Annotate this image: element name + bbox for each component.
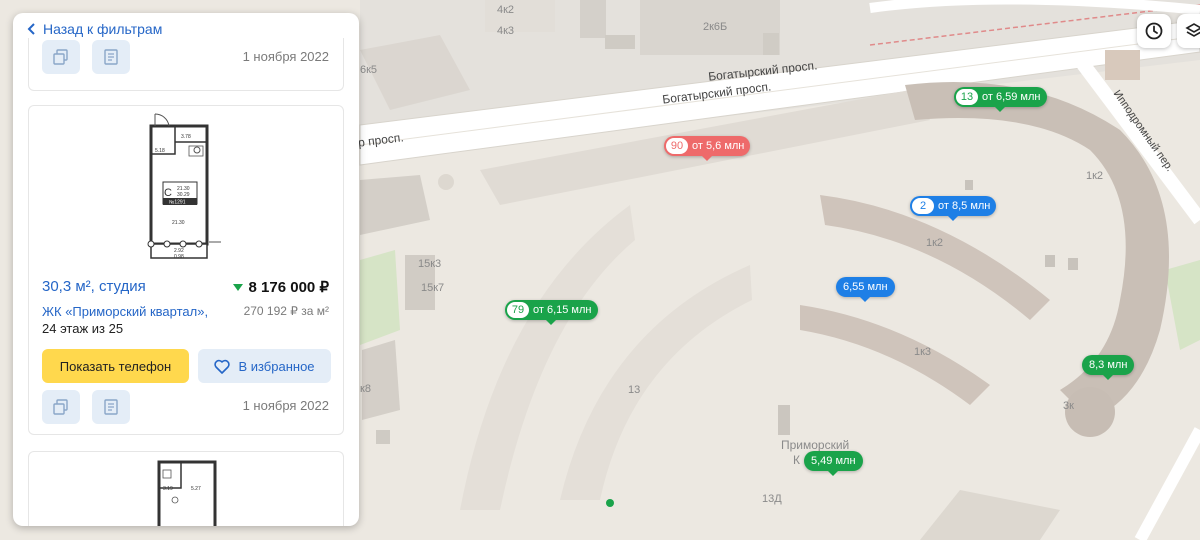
pin-count: 13: [956, 89, 978, 105]
house-number: к8: [360, 383, 371, 395]
plan-dim-left: 5.18: [155, 148, 165, 154]
note-button[interactable]: [92, 390, 130, 424]
pin-label: от 8,5 млн: [938, 200, 991, 212]
note-icon: [104, 49, 118, 65]
house-number: 1к2: [926, 237, 944, 249]
note-icon: [104, 399, 118, 415]
house-number: 4к2: [497, 4, 515, 16]
building: [605, 35, 635, 49]
floor-plan-image[interactable]: 5.18 3.78 С 21.30 30.29 №1291 21.30 2.92…: [147, 112, 223, 262]
pin-label: 6,55 млн: [843, 281, 888, 293]
pin-label: 5,49 млн: [811, 455, 856, 467]
pin-count: 2: [912, 198, 934, 214]
house-number: 15к7: [421, 282, 445, 294]
plan-area-bottom: 30.29: [177, 192, 190, 198]
heart-icon: [214, 359, 231, 374]
compare-icon: [53, 49, 68, 65]
pin-count: 79: [507, 302, 529, 318]
back-label: Назад к фильтрам: [43, 21, 163, 37]
price-per-m2: 270 192 ₽ за м²: [243, 304, 329, 318]
price-down-icon: [232, 283, 243, 291]
favorite-label: В избранное: [238, 358, 315, 374]
history-button[interactable]: [1137, 14, 1171, 48]
chevron-left-icon: [27, 23, 35, 35]
listing-card-next[interactable]: 3.19 5.27: [28, 451, 344, 526]
price-pin[interactable]: 13 от 6,59 млн: [954, 87, 1047, 112]
house-number: 1к3: [914, 346, 932, 358]
plan-balcony-bottom: 0.98: [174, 254, 184, 260]
plan-dim-left: 3.19: [163, 486, 173, 492]
poi-label: К: [793, 453, 800, 467]
house-number: 13: [628, 384, 641, 396]
listing-card[interactable]: 5.18 3.78 С 21.30 30.29 №1291 21.30 2.92…: [28, 105, 344, 435]
pin-label: от 6,59 млн: [982, 91, 1041, 103]
back-to-filters-link[interactable]: Назад к фильтрам: [27, 21, 162, 37]
house-number: 3к: [1063, 400, 1074, 412]
price-value: 8 176 000 ₽: [248, 279, 329, 296]
price-pin[interactable]: 5,49 млн: [804, 451, 863, 476]
map-marker-dot[interactable]: [606, 499, 614, 507]
pin-label: от 5,6 млн: [692, 140, 745, 152]
house-number: 15к3: [418, 258, 442, 270]
price-pin[interactable]: 79 от 6,15 млн: [505, 300, 598, 325]
plan-area-main: 21.30: [172, 220, 185, 226]
listing-panel: Назад к фильтрам 1 ноября 2022 5.18 3.78…: [13, 13, 359, 526]
price-pin[interactable]: 6,55 млн: [836, 277, 895, 302]
listing-date: 1 ноября 2022: [242, 49, 329, 64]
pin-label: от 6,15 млн: [533, 304, 592, 316]
house-number: 6к5: [360, 64, 378, 76]
plan-dim-right: 5.27: [191, 486, 201, 492]
pin-label: 8,3 млн: [1089, 359, 1128, 371]
price-pin[interactable]: 8,3 млн: [1082, 355, 1135, 380]
floor-plan-image[interactable]: 3.19 5.27: [157, 460, 217, 526]
complex-link[interactable]: ЖК «Приморский квартал»,: [42, 304, 208, 319]
park-area: [360, 250, 400, 345]
listing-title[interactable]: 30,3 м², студия: [42, 278, 146, 295]
compare-button[interactable]: [42, 40, 80, 74]
add-to-favorites-button[interactable]: В избранное: [198, 349, 331, 383]
listing-price: 8 176 000 ₽: [232, 278, 329, 296]
compare-icon: [53, 399, 68, 415]
layers-button[interactable]: [1177, 14, 1200, 48]
building: [1105, 50, 1140, 80]
price-pin[interactable]: 90 от 5,6 млн: [664, 136, 751, 161]
pin-count: 90: [666, 138, 688, 154]
building: [362, 340, 400, 420]
building: [763, 33, 779, 55]
price-pin[interactable]: 2 от 8,5 млн: [910, 196, 997, 221]
floor-info: 24 этаж из 25: [42, 321, 124, 336]
show-phone-button[interactable]: Показать телефон: [42, 349, 189, 383]
clock-icon: [1145, 22, 1163, 40]
house-number: 4к3: [497, 25, 515, 37]
plan-number: №1291: [169, 200, 186, 206]
plan-dim-right: 3.78: [181, 134, 191, 140]
poi-label: Приморский: [781, 438, 850, 452]
listing-date: 1 ноября 2022: [242, 398, 329, 413]
compare-button[interactable]: [42, 390, 80, 424]
listing-card-previous: 1 ноября 2022: [28, 38, 344, 91]
layers-icon: [1185, 23, 1200, 37]
note-button[interactable]: [92, 40, 130, 74]
building: [580, 0, 606, 38]
house-number: 13Д: [762, 493, 782, 505]
plan-room-letter: С: [164, 187, 172, 199]
house-number: 1к2: [1086, 170, 1104, 182]
house-number: 2к6Б: [703, 21, 728, 33]
